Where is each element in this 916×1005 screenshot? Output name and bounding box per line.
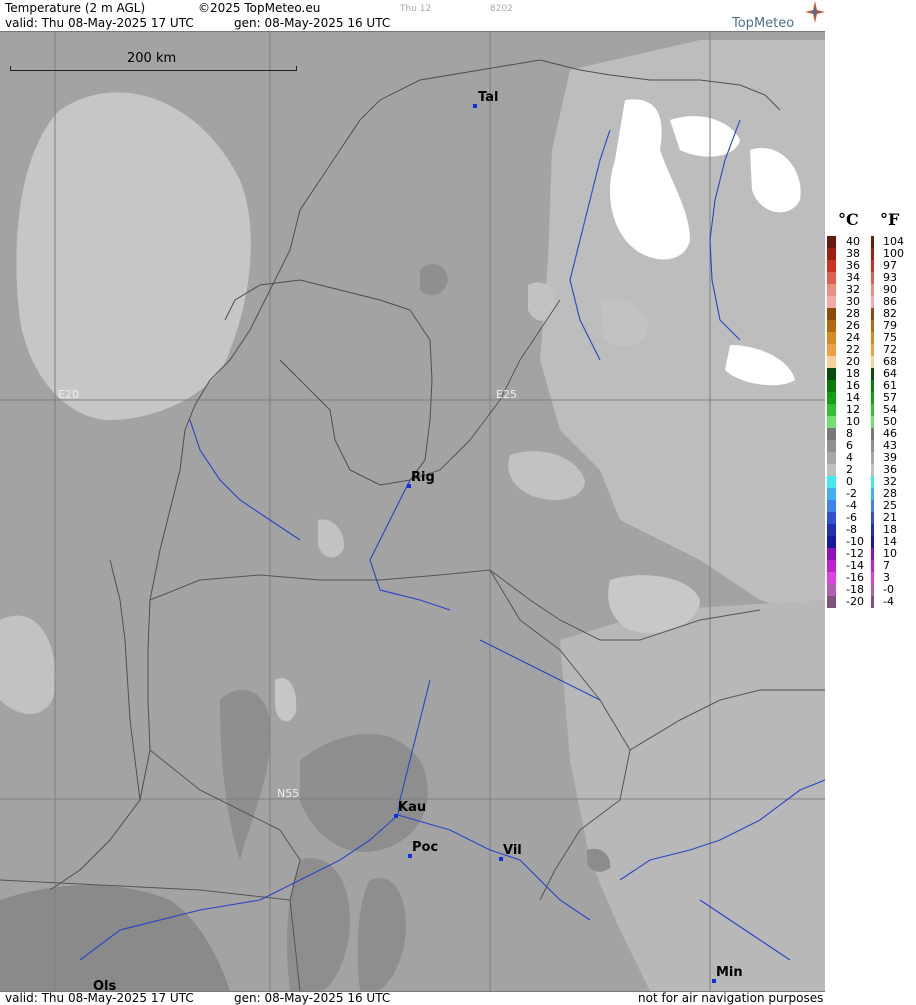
legend-swatch-c [827,548,836,560]
legend-swatch-f [871,236,874,248]
legend-swatch-c [827,416,836,428]
copyright: ©2025 TopMeteo.eu [198,1,321,15]
legend-swatch-c [827,296,836,308]
legend-swatch-c [827,440,836,452]
legend-swatch-c [827,476,836,488]
scale-bar [10,66,297,71]
legend-swatch-c [827,488,836,500]
legend-swatch-c [827,308,836,320]
legend-swatch-f [871,392,874,404]
city-label-vil: Vil [503,843,522,858]
legend-swatch-c [827,272,836,284]
legend-swatch-f [871,476,874,488]
city-label-min: Min [716,965,743,980]
legend-swatch-f [871,500,874,512]
legend-swatch-f [871,344,874,356]
legend-swatch-f [871,356,874,368]
footer-bar: valid: Thu 08-May-2025 17 UTC gen: 08-Ma… [0,991,825,1005]
legend-swatch-f [871,560,874,572]
legend-unit-celsius: °C [838,210,859,229]
legend-swatch-f [871,284,874,296]
legend-swatch-c [827,392,836,404]
legend-unit-fahrenheit: °F [880,210,900,229]
legend-swatch-c [827,320,836,332]
legend-swatch-c [827,332,836,344]
grid-label-e25: E25 [496,388,517,401]
legend-swatch-f [871,332,874,344]
day-hint: Thu 12 [400,4,432,14]
legend-swatch-f [871,596,874,608]
header-bar: Temperature (2 m AGL) ©2025 TopMeteo.eu … [0,0,825,32]
city-label-rig: Rig [411,470,435,485]
legend-swatch-c [827,572,836,584]
legend-swatch-f [871,260,874,272]
legend-swatch-c [827,368,836,380]
legend-swatch-c [827,512,836,524]
footer-generated-time: gen: 08-May-2025 16 UTC [234,991,391,1005]
legend-swatch-c [827,236,836,248]
legend-swatch-f [871,272,874,284]
legend-swatch-f [871,428,874,440]
city-label-kau: Kau [398,800,427,815]
legend-swatch-f [871,452,874,464]
legend-swatch-f [871,308,874,320]
legend-swatch-f [871,572,874,584]
legend-value-fahrenheit: -4 [883,595,894,608]
legend-swatch-f [871,416,874,428]
footer-valid-time: valid: Thu 08-May-2025 17 UTC [5,991,194,1005]
city-label-tal: Tal [478,90,499,105]
chart-title: Temperature (2 m AGL) [5,1,146,15]
legend-swatch-f [871,320,874,332]
legend-swatch-f [871,524,874,536]
legend-swatch-c [827,284,836,296]
legend-swatch-f [871,548,874,560]
legend-swatch-f [871,584,874,596]
legend-swatch-c [827,452,836,464]
legend-swatch-c [827,560,836,572]
legend-swatch-c [827,344,836,356]
legend-swatch-f [871,440,874,452]
footer-disclaimer: not for air navigation purposes [638,991,824,1005]
compass-star-icon [805,1,825,23]
legend-swatch-c [827,596,836,608]
logo-text: TopMeteo [732,16,795,31]
legend-swatch-c [827,464,836,476]
legend-value-celsius: -20 [846,595,864,608]
legend-swatch-c [827,536,836,548]
grid-label-n55: N55 [277,787,300,800]
city-marker-tal [473,104,477,108]
legend-swatch-c [827,248,836,260]
scale-label: 200 km [127,51,177,66]
legend-swatch-f [871,380,874,392]
legend-swatch-c [827,500,836,512]
city-label-poc: Poc [412,840,439,855]
legend-swatch-f [871,404,874,416]
legend-swatch-f [871,536,874,548]
legend-swatch-c [827,524,836,536]
valid-time: valid: Thu 08-May-2025 17 UTC [5,16,194,30]
grid-label-e20: E20 [58,388,79,401]
legend-swatch-f [871,248,874,260]
legend-swatch-f [871,488,874,500]
legend-swatch-f [871,512,874,524]
legend-swatch-c [827,260,836,272]
legend-swatch-c [827,380,836,392]
code-hint: 8202 [490,4,513,14]
legend-swatch-f [871,464,874,476]
legend-swatch-c [827,584,836,596]
legend-swatch-c [827,428,836,440]
legend-swatch-c [827,404,836,416]
legend-swatch-f [871,296,874,308]
generated-time: gen: 08-May-2025 16 UTC [234,16,391,30]
legend-swatch-c [827,356,836,368]
legend-swatch-f [871,368,874,380]
